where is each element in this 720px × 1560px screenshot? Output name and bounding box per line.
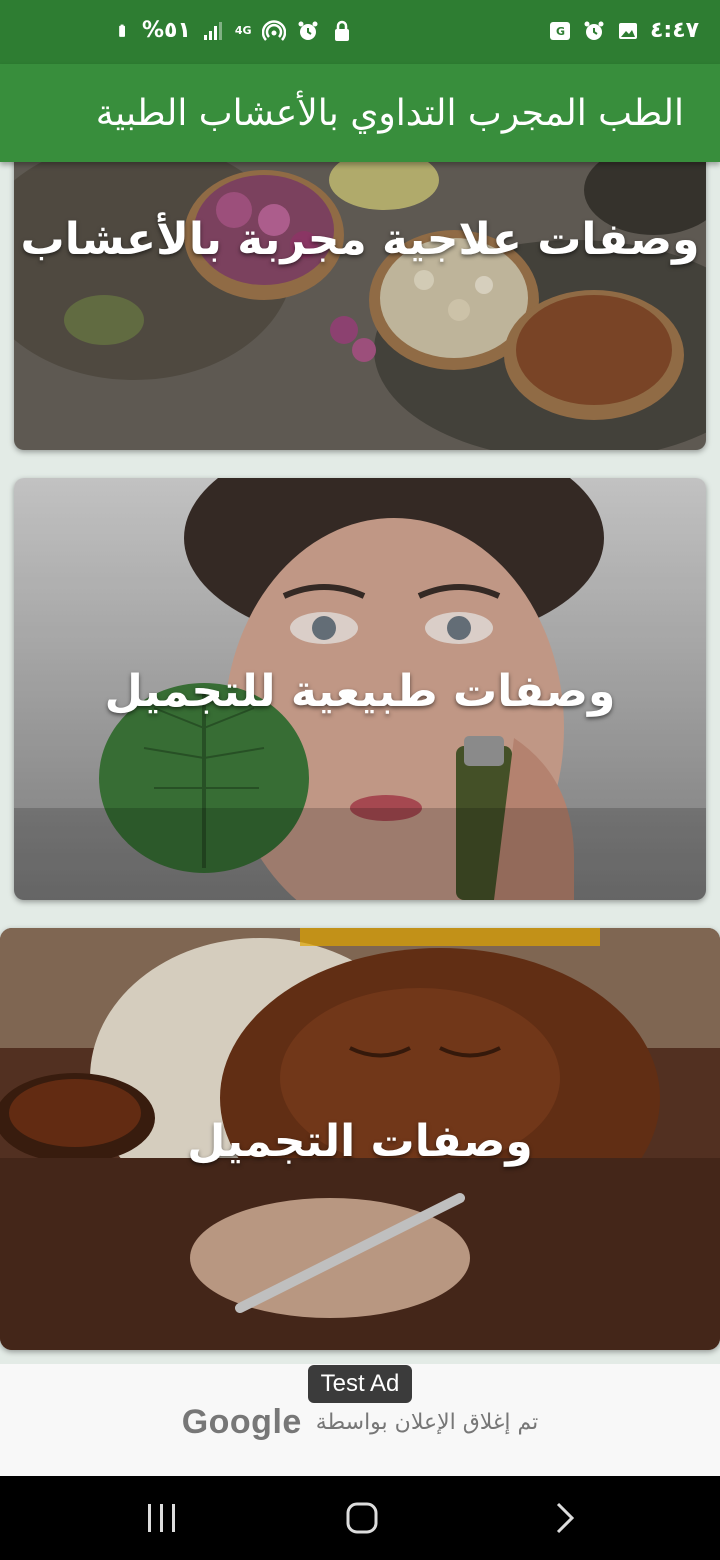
battery-icon — [119, 24, 125, 37]
back-icon[interactable] — [542, 1496, 586, 1540]
card-label: وصفات التجميل — [187, 1116, 533, 1167]
image-icon — [619, 23, 637, 39]
ad-closed-text: تم إغلاق الإعلان بواسطة — [315, 1409, 539, 1435]
category-card-herbal-remedies[interactable]: وصفات علاجية مجربة بالأعشاب — [14, 150, 706, 450]
clock-time: ٤:٤٧ — [650, 18, 700, 43]
home-icon[interactable] — [340, 1496, 384, 1540]
network-type: 4G — [234, 24, 252, 37]
translate-icon: G — [550, 22, 570, 40]
card-label: وصفات علاجية مجربة بالأعشاب — [20, 214, 700, 265]
category-card-natural-beauty[interactable]: وصفات طبيعية للتجميل — [14, 478, 706, 900]
app-bar: الطب المجرب التداوي بالأعشاب الطبية — [0, 64, 720, 162]
svg-text:G: G — [556, 25, 565, 38]
recent-apps-icon[interactable] — [140, 1496, 184, 1540]
system-nav-bar — [0, 1476, 720, 1560]
category-card-beauty-recipes[interactable]: وصفات التجميل — [0, 928, 720, 1350]
card-label: وصفات طبيعية للتجميل — [104, 666, 616, 717]
lock-icon — [334, 20, 349, 41]
ad-closed-line: Google تم إغلاق الإعلان بواسطة — [0, 1402, 720, 1442]
ad-banner[interactable]: Test Ad Google تم إغلاق الإعلان بواسطة — [0, 1364, 720, 1476]
alarm-icon — [584, 21, 604, 40]
test-ad-badge: Test Ad — [308, 1365, 412, 1403]
signal-icon — [203, 22, 222, 40]
status-right-group: %٥١ 4G — [118, 16, 354, 46]
status-left-group: G ٤:٤٧ — [548, 16, 699, 46]
alarm-icon — [298, 21, 318, 40]
app-title: الطب المجرب التداوي بالأعشاب الطبية — [95, 93, 684, 134]
google-logo: Google — [181, 1402, 302, 1441]
hotspot-icon — [261, 20, 286, 41]
battery-percent: %٥١ — [142, 18, 191, 43]
herbs-image — [14, 150, 706, 450]
status-bar: G ٤:٤٧ %٥١ 4G — [0, 0, 720, 64]
